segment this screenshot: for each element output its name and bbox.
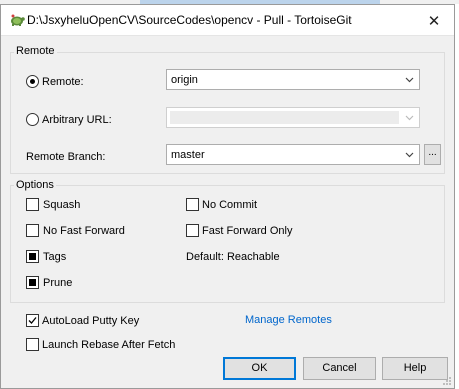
- prune-label: Prune: [43, 277, 73, 289]
- chevron-down-icon: [405, 115, 414, 121]
- launch-rebase-label: Launch Rebase After Fetch: [42, 339, 176, 351]
- squash-label: Squash: [43, 199, 81, 211]
- browse-refs-button[interactable]: ...: [424, 144, 441, 165]
- close-icon: ✕: [427, 12, 441, 30]
- squash-checkbox[interactable]: [26, 198, 39, 211]
- arbitrary-url-label: Arbitrary URL:: [42, 114, 112, 126]
- remote-radio[interactable]: [26, 75, 39, 88]
- default-reachable-text: Default: Reachable: [186, 251, 280, 263]
- manage-remotes-link[interactable]: Manage Remotes: [245, 314, 332, 326]
- remote-branch-label: Remote Branch:: [26, 151, 106, 163]
- launch-rebase-checkbox[interactable]: [26, 338, 39, 351]
- tags-label: Tags: [43, 251, 67, 263]
- remote-combo-value: origin: [171, 74, 198, 86]
- no-fast-forward-checkbox[interactable]: [26, 224, 39, 237]
- tortoisegit-icon: [11, 14, 25, 26]
- close-button[interactable]: ✕: [414, 5, 454, 36]
- chevron-down-icon: [405, 77, 414, 83]
- ok-button[interactable]: OK: [223, 357, 296, 380]
- tags-checkbox[interactable]: [26, 250, 39, 263]
- prune-checkbox[interactable]: [26, 276, 39, 289]
- fast-forward-only-checkbox[interactable]: [186, 224, 199, 237]
- no-fast-forward-label: No Fast Forward: [43, 225, 125, 237]
- autoload-putty-checkbox[interactable]: [26, 314, 39, 327]
- checkmark-icon: [28, 317, 37, 324]
- no-commit-checkbox[interactable]: [186, 198, 199, 211]
- pull-dialog: D:\JsxyheluOpenCV\SourceCodes\opencv - P…: [0, 4, 455, 389]
- arbitrary-url-combo[interactable]: [166, 107, 420, 128]
- chevron-down-icon: [405, 152, 414, 158]
- options-group-label: Options: [14, 179, 56, 191]
- remote-radio-label: Remote:: [42, 76, 84, 88]
- no-commit-label: No Commit: [202, 199, 258, 211]
- remote-branch-value: master: [171, 149, 205, 161]
- autoload-putty-label: AutoLoad Putty Key: [42, 315, 140, 327]
- arbitrary-url-field: [170, 111, 399, 124]
- window-title: D:\JsxyheluOpenCV\SourceCodes\opencv - P…: [27, 13, 352, 27]
- title-bar: D:\JsxyheluOpenCV\SourceCodes\opencv - P…: [1, 5, 454, 36]
- resize-grip-icon[interactable]: [442, 376, 452, 386]
- remote-group-label: Remote: [14, 45, 57, 57]
- arbitrary-url-radio[interactable]: [26, 113, 39, 126]
- fast-forward-only-label: Fast Forward Only: [202, 225, 293, 237]
- remote-combo[interactable]: origin: [166, 69, 420, 90]
- help-button[interactable]: Help: [382, 357, 448, 380]
- remote-branch-combo[interactable]: master: [166, 144, 420, 165]
- cancel-button[interactable]: Cancel: [303, 357, 376, 380]
